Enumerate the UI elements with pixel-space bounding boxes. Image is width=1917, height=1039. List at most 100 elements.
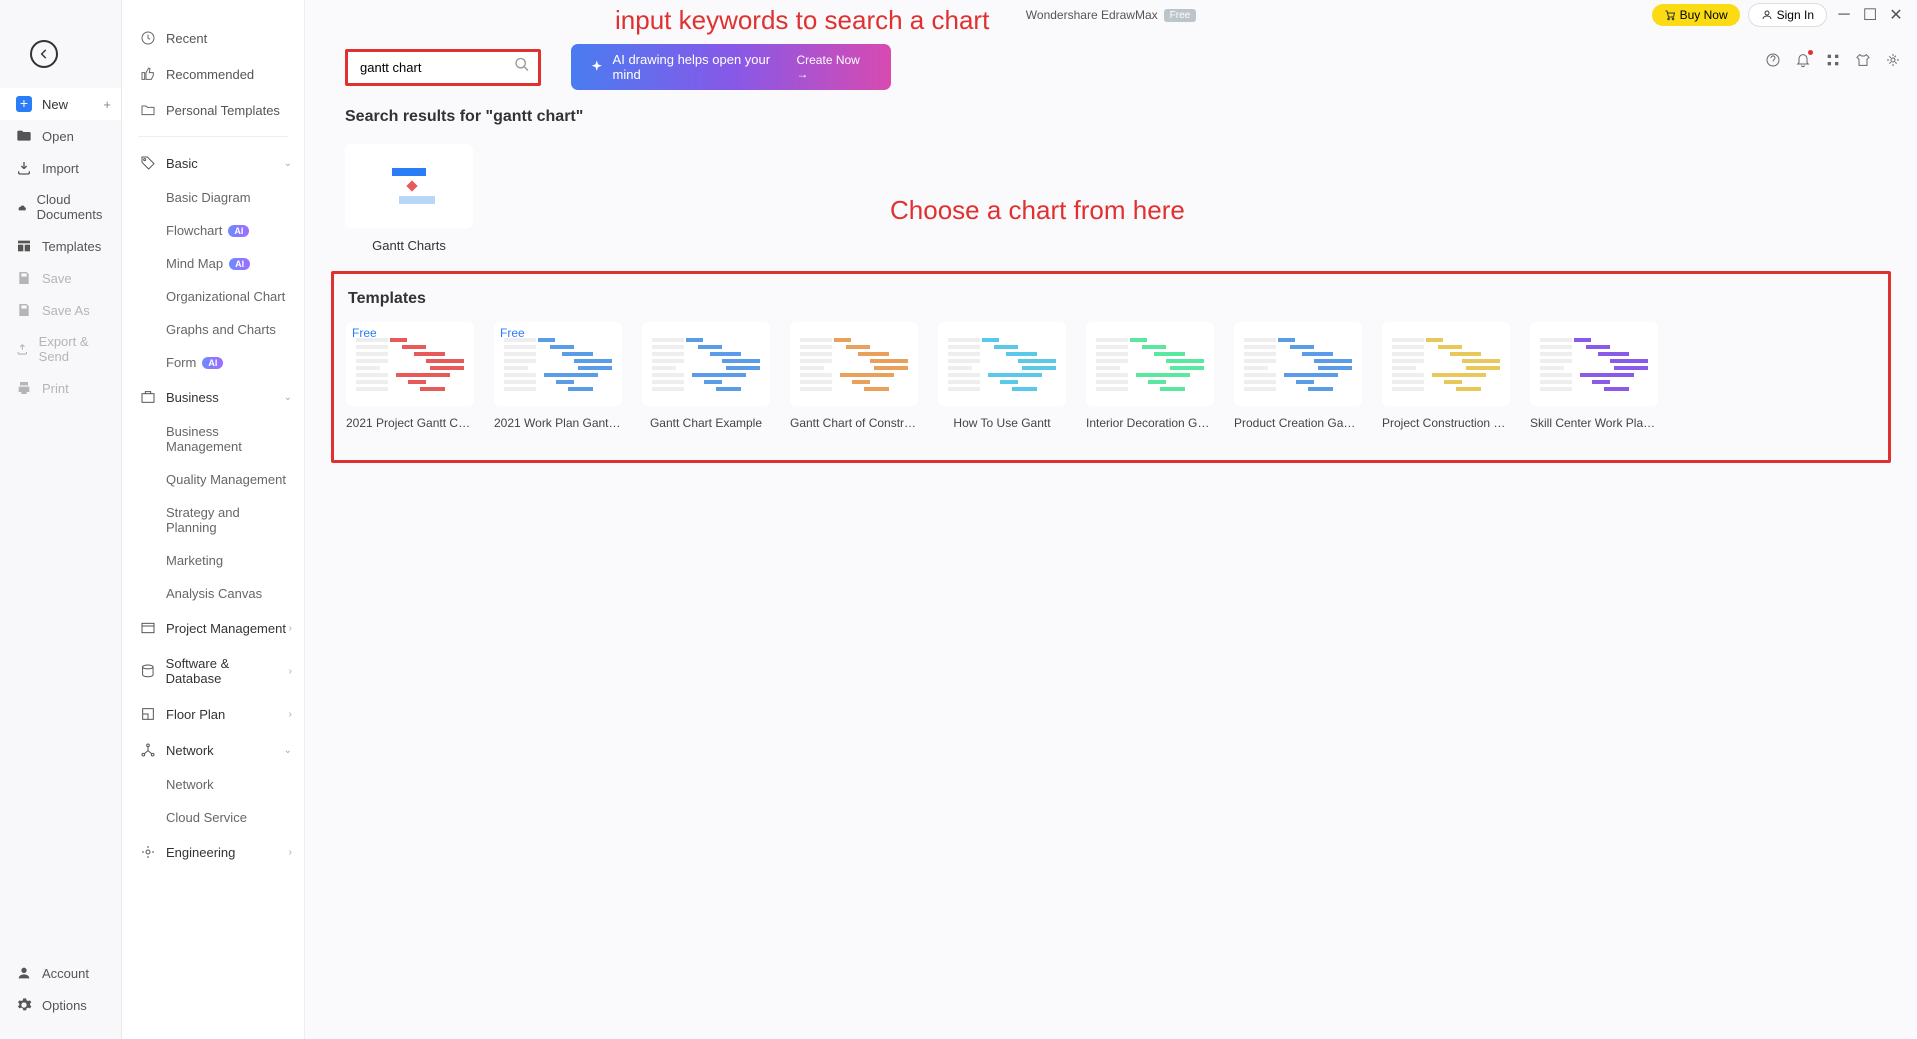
cat-floor-label: Floor Plan xyxy=(166,707,225,722)
template-card[interactable]: Free 2021 Work Plan Gantt Chart xyxy=(494,322,622,430)
shirt-icon[interactable] xyxy=(1855,52,1871,68)
cat-engineering[interactable]: Engineering › xyxy=(122,834,304,870)
cat-strategy[interactable]: Strategy and Planning xyxy=(122,496,304,544)
ai-banner[interactable]: AI drawing helps open your mind Create N… xyxy=(571,44,891,90)
search-input[interactable] xyxy=(348,52,538,83)
cat-graphs[interactable]: Graphs and Charts xyxy=(122,313,304,346)
cat-flowchart[interactable]: FlowchartAI xyxy=(122,214,304,247)
templates-section: Templates Free 2021 Project Gantt Chart … xyxy=(331,271,1891,463)
ai-banner-text: AI drawing helps open your mind xyxy=(613,52,797,82)
template-card[interactable]: Free 2021 Project Gantt Chart xyxy=(346,322,474,430)
cat-bizmgmt[interactable]: Business Management xyxy=(122,415,304,463)
back-button[interactable] xyxy=(30,40,58,68)
cat-personal[interactable]: Personal Templates xyxy=(122,92,304,128)
search-wrap xyxy=(345,49,541,86)
nav-options[interactable]: Options xyxy=(0,989,121,1021)
chevron-down-icon: ⌄ xyxy=(284,158,292,169)
template-thumb: Free xyxy=(346,322,474,406)
cat-recommended[interactable]: Recommended xyxy=(122,56,304,92)
apps-icon[interactable] xyxy=(1825,52,1841,68)
bell-icon[interactable] xyxy=(1795,52,1811,68)
briefcase-icon xyxy=(140,389,156,405)
cat-engineering-label: Engineering xyxy=(166,845,235,860)
ai-badge: AI xyxy=(229,258,250,270)
cat-network[interactable]: Network ⌄ xyxy=(122,732,304,768)
annotation-choose-hint: Choose a chart from here xyxy=(890,195,1185,226)
cat-quality[interactable]: Quality Management xyxy=(122,463,304,496)
print-icon xyxy=(16,380,32,396)
cat-recent[interactable]: Recent xyxy=(122,20,304,56)
template-card[interactable]: Product Creation Gantt C... xyxy=(1234,322,1362,430)
template-card[interactable]: Gantt Chart of Constructio... xyxy=(790,322,918,430)
nav-open[interactable]: Open xyxy=(0,120,121,152)
gantt-icon-bar xyxy=(399,196,435,204)
sign-in-button[interactable]: Sign In xyxy=(1748,3,1827,27)
template-label: Gantt Chart Example xyxy=(642,406,770,430)
gantt-preview-icon xyxy=(1096,338,1204,396)
buy-now-button[interactable]: Buy Now xyxy=(1652,4,1740,26)
chevron-right-icon: › xyxy=(289,847,292,858)
search-icon[interactable] xyxy=(514,57,530,78)
template-card[interactable]: Interior Decoration Gantt C... xyxy=(1086,322,1214,430)
minimize-button[interactable]: ─ xyxy=(1835,6,1853,24)
nav-save[interactable]: Save xyxy=(0,262,121,294)
toolbar-right xyxy=(1765,52,1901,68)
export-icon xyxy=(16,341,29,357)
project-icon xyxy=(140,620,156,636)
cat-basic[interactable]: Basic ⌄ xyxy=(122,145,304,181)
result-card-gantt[interactable]: Gantt Charts xyxy=(345,144,473,253)
nav-new[interactable]: + New + xyxy=(0,88,121,120)
tag-icon xyxy=(140,155,156,171)
cat-mindmap[interactable]: Mind MapAI xyxy=(122,247,304,280)
template-thumb: Free xyxy=(494,322,622,406)
help-icon[interactable] xyxy=(1765,52,1781,68)
cat-basic-label: Basic xyxy=(166,156,198,171)
nav-saveas[interactable]: Save As xyxy=(0,294,121,326)
nav-templates[interactable]: Templates xyxy=(0,230,121,262)
settings-icon[interactable] xyxy=(1885,52,1901,68)
cat-form[interactable]: FormAI xyxy=(122,346,304,379)
cat-floor[interactable]: Floor Plan › xyxy=(122,696,304,732)
chevron-down-icon: ⌄ xyxy=(284,392,292,403)
cat-cloudservice[interactable]: Cloud Service xyxy=(122,801,304,834)
cat-basic-diagram[interactable]: Basic Diagram xyxy=(122,181,304,214)
chevron-down-icon: ⌄ xyxy=(284,745,292,756)
nav-export-label: Export & Send xyxy=(39,334,105,364)
gantt-preview-icon xyxy=(652,338,760,396)
gantt-icon-bar xyxy=(392,168,426,176)
cat-marketing[interactable]: Marketing xyxy=(122,544,304,577)
template-card[interactable]: How To Use Gantt xyxy=(938,322,1066,430)
template-card[interactable]: Skill Center Work Plan Gan... xyxy=(1530,322,1658,430)
template-card[interactable]: Gantt Chart Example xyxy=(642,322,770,430)
template-card[interactable]: Project Construction Sche... xyxy=(1382,322,1510,430)
result-thumb xyxy=(345,144,473,228)
nav-print[interactable]: Print xyxy=(0,372,121,404)
gear-icon xyxy=(16,997,32,1013)
cat-software[interactable]: Software & Database › xyxy=(122,646,304,696)
nav-cloud[interactable]: Cloud Documents xyxy=(0,184,121,230)
cat-project[interactable]: Project Management › xyxy=(122,610,304,646)
gantt-icon-diamond xyxy=(406,180,417,191)
plus-square-icon: + xyxy=(16,96,32,112)
add-icon[interactable]: + xyxy=(103,97,111,112)
close-button[interactable]: ✕ xyxy=(1887,6,1905,24)
cat-orgchart[interactable]: Organizational Chart xyxy=(122,280,304,313)
templates-icon xyxy=(16,238,32,254)
cat-analysis[interactable]: Analysis Canvas xyxy=(122,577,304,610)
file-sidebar: + New + Open Import Cloud Documents Temp… xyxy=(0,0,122,1039)
gantt-preview-icon xyxy=(1244,338,1352,396)
network-icon xyxy=(140,742,156,758)
cat-network-sub[interactable]: Network xyxy=(122,768,304,801)
cat-recent-label: Recent xyxy=(166,31,207,46)
templates-heading: Templates xyxy=(346,284,1876,322)
thumb-icon xyxy=(140,66,156,82)
nav-import[interactable]: Import xyxy=(0,152,121,184)
template-thumb xyxy=(1234,322,1362,406)
nav-account[interactable]: Account xyxy=(0,957,121,989)
ai-banner-cta: Create Now → xyxy=(796,53,873,81)
cat-business[interactable]: Business ⌄ xyxy=(122,379,304,415)
template-label: 2021 Work Plan Gantt Chart xyxy=(494,406,622,430)
saveas-icon xyxy=(16,302,32,318)
maximize-button[interactable]: ☐ xyxy=(1861,6,1879,24)
nav-export[interactable]: Export & Send xyxy=(0,326,121,372)
